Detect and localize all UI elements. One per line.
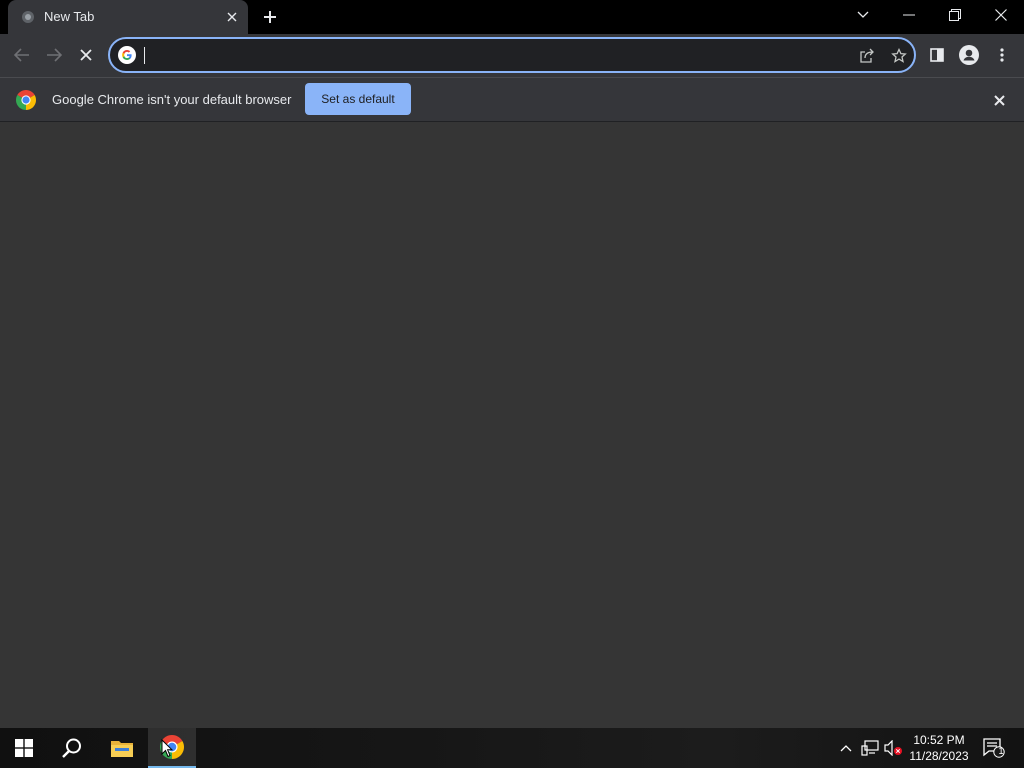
close-window-button[interactable] [978,0,1024,30]
minimize-button[interactable] [886,0,932,30]
restore-button[interactable] [932,0,978,30]
set-as-default-button[interactable]: Set as default [305,83,411,115]
share-icon[interactable] [856,45,878,67]
title-bar: New Tab [0,0,1024,34]
search-icon[interactable] [48,728,96,768]
new-tab-button[interactable] [258,5,282,29]
windows-start-icon[interactable] [0,728,48,768]
close-tab-icon[interactable] [222,7,242,27]
forward-arrow-icon[interactable] [40,41,68,69]
file-explorer-icon[interactable] [98,728,146,768]
tab-title: New Tab [44,9,95,24]
system-clock[interactable]: 10:52 PM 11/28/2023 [906,732,972,764]
address-input[interactable] [142,44,842,66]
address-bar[interactable] [108,37,916,73]
chevron-up-icon[interactable] [836,738,856,758]
close-infobar-icon[interactable] [988,89,1010,111]
clock-time: 10:52 PM [913,733,965,747]
taskbar: 10:52 PM 11/28/2023 1 [0,728,1024,768]
tab-new-tab[interactable]: New Tab [8,0,248,34]
volume-muted-icon[interactable] [884,738,904,758]
stop-loading-icon[interactable] [72,41,100,69]
text-caret [144,47,145,64]
network-icon[interactable] [860,738,880,758]
chrome-logo-icon [16,90,36,110]
globe-icon [21,10,35,24]
back-arrow-icon[interactable] [8,41,36,69]
mouse-cursor-icon [161,738,174,763]
side-panel-icon[interactable] [923,41,951,69]
google-g-icon [118,46,136,64]
bookmark-star-icon[interactable] [888,45,910,67]
default-browser-infobar: Google Chrome isn't your default browser… [0,77,1024,122]
page-content [0,122,1024,728]
menu-kebab-icon[interactable] [988,41,1016,69]
infobar-message: Google Chrome isn't your default browser [52,92,292,107]
notification-center-icon[interactable]: 1 [982,738,1006,758]
profile-avatar-icon[interactable] [955,41,983,69]
browser-toolbar [0,34,1024,77]
clock-date: 11/28/2023 [909,749,969,763]
tab-search-chevron-icon[interactable] [840,0,886,30]
notification-count: 1 [998,746,1004,756]
